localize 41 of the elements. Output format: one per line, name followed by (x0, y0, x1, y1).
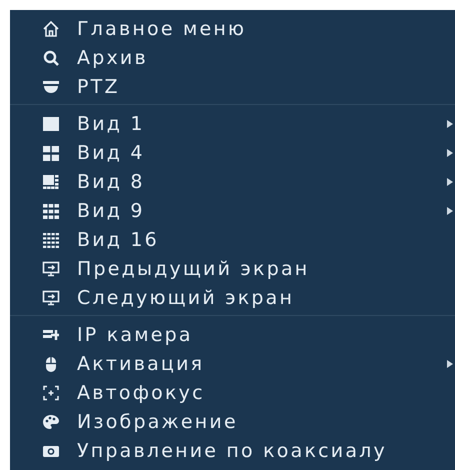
menu-item-label: Вид 8 (77, 170, 145, 192)
search-icon (42, 48, 60, 66)
menu-item[interactable]: Управление по коаксиалу (10, 436, 455, 465)
menu-item[interactable]: Вид 4 (10, 138, 455, 167)
menu-item-label: Автофокус (77, 382, 205, 404)
menu-item[interactable]: Главное меню (10, 14, 455, 43)
palette-icon (42, 412, 60, 430)
menu-item[interactable]: Активация (10, 349, 455, 378)
menu-item[interactable]: Вид 1 (10, 109, 455, 138)
menu-item-label: IP камера (77, 324, 193, 346)
menu-item-label: Следующий экран (77, 286, 294, 308)
menu-item[interactable]: PTZ (10, 72, 455, 101)
menu-item-label: Управление по коаксиалу (77, 440, 387, 462)
four-grid-icon (42, 144, 60, 162)
monitor-icon (42, 288, 60, 306)
single-view-icon (42, 114, 60, 132)
menu-item[interactable]: Вид 8 (10, 167, 455, 196)
sixteen-grid-icon (42, 230, 60, 248)
home-icon (42, 20, 60, 38)
nine-grid-icon (42, 202, 60, 220)
menu-item-label: Вид 9 (77, 200, 145, 222)
menu-item-label: Архив (77, 46, 148, 68)
menu-item[interactable]: IP камера (10, 320, 455, 349)
menu-item[interactable]: Следующий экран (10, 283, 455, 312)
menu-item[interactable]: Предыдущий экран (10, 254, 455, 283)
monitor-icon (42, 260, 60, 278)
menu-item-label: PTZ (77, 76, 120, 98)
eight-grid-icon (42, 172, 60, 190)
menu-item[interactable]: Вид 16 (10, 225, 455, 254)
menu-item-label: Вид 1 (77, 112, 145, 134)
menu-item[interactable]: Вид 9 (10, 196, 455, 225)
menu-item[interactable]: Автофокус (10, 378, 455, 407)
menu-item-label: Предыдущий экран (77, 258, 310, 280)
menu-item-label: Главное меню (77, 18, 246, 40)
menu-item-label: Вид 4 (77, 142, 145, 164)
focus-frame-icon (42, 384, 60, 402)
menu-item-label: Изображение (77, 410, 238, 432)
menu-item-label: Активация (77, 352, 204, 374)
menu-item[interactable]: Изображение (10, 407, 455, 436)
menu-item-label: Вид 16 (77, 228, 159, 250)
menu-item[interactable]: Архив (10, 43, 455, 72)
